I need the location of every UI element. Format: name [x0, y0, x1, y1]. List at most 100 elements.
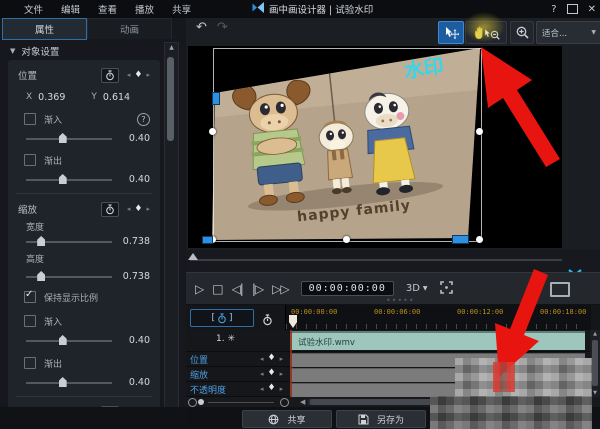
section-object-settings[interactable]: ▼ 对象设置	[10, 44, 59, 58]
next-keyframe-icon[interactable]: ▸	[146, 71, 150, 79]
next-keyframe-icon[interactable]: ▸	[146, 205, 150, 213]
scroll-left-icon[interactable]: ◀	[300, 398, 305, 406]
add-keyframe-icon[interactable]: ♦	[134, 205, 142, 214]
y-value[interactable]: 0.614	[103, 92, 130, 103]
tab-animation[interactable]: 动画	[87, 18, 172, 39]
height-slider[interactable]	[26, 270, 112, 282]
scale-fade-out-checkbox[interactable]	[24, 357, 36, 369]
handle-mid-left[interactable]	[209, 128, 216, 135]
menu-edit[interactable]: 编辑	[61, 2, 80, 16]
prev-keyframe-icon[interactable]: ◂	[127, 71, 131, 79]
next-frame-button[interactable]: |▷	[252, 282, 263, 296]
timer-toggle-button[interactable]	[262, 311, 273, 330]
scrubber-marker[interactable]	[188, 253, 198, 260]
preview-scrubber	[186, 250, 600, 272]
next-keyframe-icon[interactable]: ▸	[280, 385, 284, 393]
prev-keyframe-icon[interactable]: ◂	[260, 370, 264, 378]
width-slider[interactable]	[26, 235, 112, 247]
play-button[interactable]: ▷	[195, 282, 203, 296]
rotate-handle-left[interactable]	[212, 92, 220, 105]
next-keyframe-icon[interactable]: ▸	[280, 355, 284, 363]
scale-keyframe-timer-button[interactable]	[101, 202, 119, 217]
zoom-in-icon	[515, 25, 530, 40]
splitter-grip[interactable]: •••••	[386, 299, 412, 302]
rotate-handle-bottom-right[interactable]	[452, 235, 469, 244]
help-icon[interactable]: ?	[137, 113, 150, 126]
add-keyframe-icon[interactable]: ♦	[268, 369, 276, 378]
add-keyframe-icon[interactable]: ♦	[268, 354, 276, 363]
menu-play[interactable]: 播放	[135, 2, 154, 16]
fit-dropdown[interactable]: 适合... ▼	[536, 21, 600, 44]
add-keyframe-icon[interactable]: ♦	[268, 384, 276, 393]
pos-fade-in-checkbox[interactable]	[24, 113, 36, 125]
attr-opacity-label[interactable]: 不透明度	[190, 383, 226, 396]
window-title-group: 画中画设计器 | 试验水印	[252, 0, 373, 18]
scrubber-track[interactable]	[190, 259, 562, 261]
scale-fade-in-checkbox[interactable]	[24, 315, 36, 327]
scale-fade-in-slider[interactable]	[26, 334, 112, 346]
select-move-tool-button[interactable]	[438, 21, 464, 44]
undo-button[interactable]: ↶	[196, 20, 207, 35]
scrollbar-thumb[interactable]	[167, 57, 174, 141]
scale-fade-out-slider[interactable]	[26, 376, 112, 388]
track-number: 1. ✳	[216, 334, 235, 344]
close-button[interactable]: ✕	[588, 4, 596, 15]
pan-zoom-out-tool-button[interactable]	[465, 21, 507, 44]
handle-bottom-right[interactable]	[476, 236, 483, 243]
timeline-zoom-in-button[interactable]	[280, 398, 289, 407]
scroll-up-icon[interactable]: ▲	[590, 331, 600, 337]
prev-keyframe-icon[interactable]: ◂	[260, 385, 264, 393]
pos-fade-out-slider[interactable]	[26, 173, 112, 185]
handle-bottom-center[interactable]	[343, 236, 350, 243]
prev-keyframe-icon[interactable]: ◂	[127, 205, 131, 213]
divider	[16, 396, 152, 397]
display-monitor-icon[interactable]	[550, 282, 570, 297]
timeline-zoom-out-button[interactable]	[188, 398, 197, 407]
3d-mode-dropdown[interactable]: 3D ▼	[406, 283, 428, 294]
redo-button[interactable]: ↷	[217, 20, 228, 35]
attr-position-label[interactable]: 位置	[190, 353, 208, 366]
share-button[interactable]: 共享	[242, 410, 332, 428]
timeline-zoom-slider-thumb[interactable]	[198, 399, 204, 405]
mosaic-censor-block	[430, 396, 592, 429]
keep-ratio-checkbox[interactable]	[24, 291, 36, 303]
zoom-out-mini-icon	[491, 31, 499, 39]
preview-canvas[interactable]: happy family 水印	[188, 46, 562, 248]
timeline-header: [ ] 00:00:00:00 00:00:06:00 00:00:12:00 …	[186, 305, 600, 330]
position-keyframe-timer-button[interactable]	[101, 68, 119, 83]
timer-icon	[217, 313, 227, 324]
maximize-button[interactable]	[567, 4, 578, 14]
timecode-display[interactable]: 00:00:00:00	[301, 281, 394, 296]
panel-scrollbar[interactable]: ▲ ▼	[164, 42, 179, 416]
x-value[interactable]: 0.369	[38, 92, 65, 103]
pos-fade-out-checkbox[interactable]	[24, 154, 36, 166]
menu-share[interactable]: 共享	[172, 2, 191, 16]
pos-fade-in-slider[interactable]	[26, 132, 112, 144]
selection-box[interactable]	[213, 48, 482, 242]
zoom-in-tool-button[interactable]	[510, 21, 534, 44]
attr-scale-label[interactable]: 缩放	[190, 368, 208, 381]
menu-file[interactable]: 文件	[24, 2, 43, 16]
keep-ratio-label: 保持显示比例	[44, 291, 98, 304]
scrollbar-thumb[interactable]	[592, 340, 598, 386]
prev-keyframe-icon[interactable]: ◂	[260, 355, 264, 363]
handle-mid-right[interactable]	[476, 128, 483, 135]
fast-forward-button[interactable]: ▷▷	[272, 282, 288, 296]
share-label: 共享	[287, 413, 305, 426]
pos-fade-in-label: 渐入	[44, 113, 62, 126]
rotate-handle-bottom-left[interactable]	[202, 236, 213, 244]
stop-button[interactable]: □	[212, 282, 222, 296]
next-keyframe-icon[interactable]: ▸	[280, 370, 284, 378]
timeline-clip[interactable]: 试验水印.wmv	[290, 331, 585, 350]
timeline-zoom-slider-track[interactable]	[208, 402, 274, 403]
add-keyframe-icon[interactable]: ♦	[134, 71, 142, 80]
keyframe-mode-button[interactable]: [ ]	[190, 309, 254, 327]
help-button[interactable]: ?	[551, 4, 556, 15]
save-as-button[interactable]: 另存为	[336, 410, 426, 428]
timeline-ruler[interactable]: 00:00:00:00 00:00:06:00 00:00:12:00 00:0…	[285, 305, 591, 330]
previous-frame-button[interactable]: ◁|	[232, 282, 243, 296]
menu-view[interactable]: 查看	[98, 2, 117, 16]
scroll-up-icon[interactable]: ▲	[165, 44, 178, 51]
tab-attributes[interactable]: 属性	[2, 18, 87, 40]
fullscreen-button[interactable]	[440, 281, 453, 297]
